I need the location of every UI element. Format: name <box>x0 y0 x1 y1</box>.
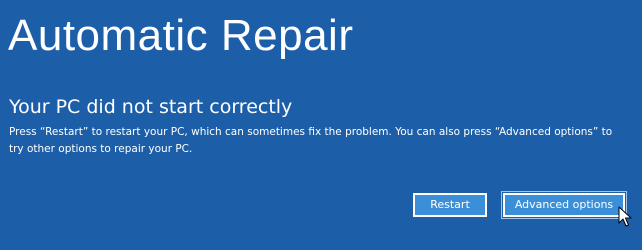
mouse-pointer-icon <box>618 206 632 227</box>
advanced-options-button[interactable]: Advanced options <box>503 193 625 217</box>
automatic-repair-screen: Automatic Repair Your PC did not start c… <box>0 0 642 250</box>
page-title: Automatic Repair <box>8 11 354 60</box>
error-description: Press “Restart” to restart your PC, whic… <box>9 126 613 155</box>
restart-button[interactable]: Restart <box>413 193 487 217</box>
error-heading: Your PC did not start correctly <box>9 96 293 118</box>
